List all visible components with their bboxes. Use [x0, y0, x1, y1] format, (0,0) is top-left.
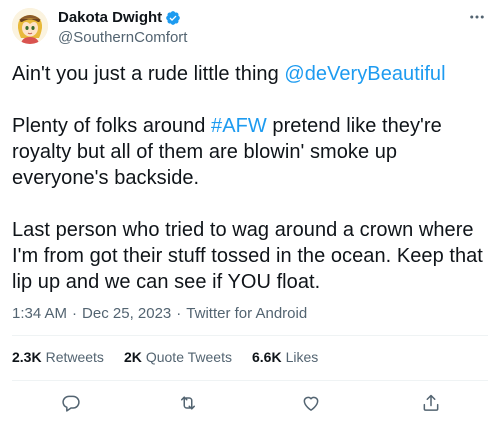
share-button[interactable] [414, 386, 448, 420]
retweet-button[interactable] [171, 386, 205, 420]
meta-separator: · [176, 305, 182, 322]
tweet-paragraph-3: Last person who tried to wag around a cr… [12, 219, 483, 293]
quote-tweets-stat[interactable]: 2K Quote Tweets [124, 349, 232, 365]
tweet-meta: 1:34 AM · Dec 25, 2023 · Twitter for And… [12, 305, 307, 322]
tweet-text: Ain't you just a rude little thing @deVe… [12, 61, 488, 321]
author-name-row[interactable]: Dakota Dwight [58, 9, 181, 26]
retweets-label: Retweets [45, 349, 104, 365]
like-icon [303, 396, 319, 411]
like-button[interactable] [294, 386, 328, 420]
tweet-source[interactable]: Twitter for Android [186, 305, 307, 322]
avatar[interactable] [12, 8, 48, 44]
likes-count: 6.6K [251, 349, 282, 365]
tweet-date[interactable]: Dec 25, 2023 [82, 305, 171, 322]
tweet-paragraph-1: Ain't you just a rude little thing @deVe… [12, 61, 488, 87]
share-icon [423, 394, 439, 411]
hashtag-link[interactable]: #AFW [211, 115, 267, 137]
divider [12, 335, 488, 336]
author-display-name[interactable]: Dakota Dwight [58, 9, 162, 26]
likes-label: Likes [285, 349, 319, 365]
tweet-actions [0, 386, 500, 420]
meta-separator: · [72, 305, 78, 322]
divider [12, 380, 488, 381]
quote-tweets-label: Quote Tweets [145, 349, 232, 365]
retweets-count: 2.3K [12, 349, 42, 365]
anime-character-avatar-icon [12, 8, 48, 44]
tweet-text-segment: Ain't you just a rude little thing [12, 63, 285, 85]
quote-tweets-count: 2K [123, 349, 142, 365]
tweet-time[interactable]: 1:34 AM [12, 305, 67, 322]
mention-link[interactable]: @deVeryBeautiful [284, 63, 445, 85]
tweet-text-segment: Plenty of folks around [12, 115, 212, 137]
reply-icon [62, 395, 80, 412]
retweets-stat[interactable]: 2.3K Retweets [12, 349, 104, 365]
retweet-icon [181, 396, 195, 410]
tweet-paragraph-2: Plenty of folks around #AFW pretend like… [12, 113, 488, 191]
more-dots-icon [470, 15, 484, 19]
reply-button[interactable] [54, 386, 88, 420]
author-handle[interactable]: @SouthernComfort [58, 29, 187, 46]
tweet-stats: 2.3K Retweets 2K Quote Tweets 6.6K Likes [12, 349, 318, 365]
tweet-card: Dakota Dwight @SouthernComfort Ain't you… [0, 0, 500, 431]
more-options-button[interactable] [466, 8, 488, 26]
likes-stat[interactable]: 6.6K Likes [252, 349, 318, 365]
verified-badge-icon [165, 10, 181, 26]
